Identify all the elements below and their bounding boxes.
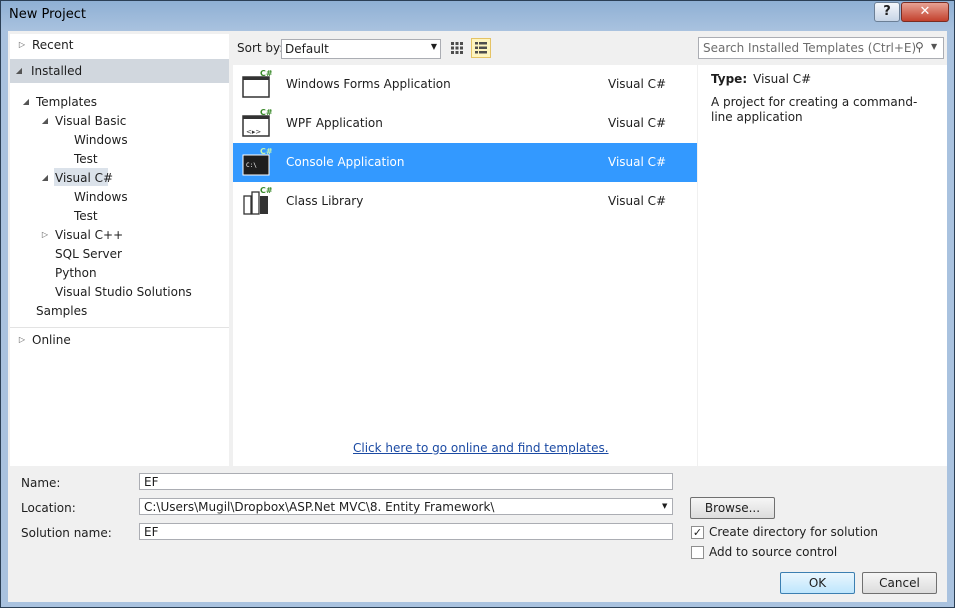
list-view-button[interactable] (471, 38, 491, 58)
collapse-icon[interactable]: ◢ (40, 112, 50, 130)
svg-text:C#: C# (260, 69, 272, 78)
title-bar[interactable]: New Project ? ✕ (1, 1, 954, 31)
template-description: A project for creating a command-line ap… (711, 95, 918, 124)
close-button[interactable]: ✕ (901, 2, 949, 22)
console-icon: C:\ C# (242, 147, 272, 176)
tree-cs-test[interactable]: Test (74, 207, 98, 225)
tree-vb-windows[interactable]: Windows (74, 131, 128, 149)
template-row-selected[interactable]: C:\ C# Console Application Visual C# (233, 143, 697, 182)
online-templates-link[interactable]: Click here to go online and find templat… (353, 441, 609, 455)
tree-samples[interactable]: Samples (36, 302, 87, 320)
dialog-client: ▷ Recent ◢ Installed ◢ Templates ◢ Visua… (8, 31, 947, 602)
svg-text:C:\: C:\ (246, 162, 257, 169)
tree-vb-test[interactable]: Test (74, 150, 98, 168)
collapse-icon[interactable]: ◢ (14, 62, 24, 80)
windows-forms-icon: C# (242, 69, 272, 98)
small-icons-view-icon[interactable] (448, 39, 466, 57)
svg-text:C#: C# (260, 186, 272, 195)
collapse-icon[interactable]: ◢ (21, 93, 31, 111)
browse-button[interactable]: Browse... (690, 497, 775, 519)
create-directory-checkbox[interactable]: ✓ (691, 526, 704, 539)
tree-vs-solutions[interactable]: Visual Studio Solutions (55, 283, 192, 301)
search-icon[interactable]: ⚲ (915, 40, 924, 54)
svg-text:<▸>: <▸> (246, 128, 261, 136)
template-tree: ▷ Recent ◢ Installed ◢ Templates ◢ Visua… (10, 34, 229, 466)
solution-name-input[interactable]: EF (139, 523, 673, 540)
create-directory-label: Create directory for solution (709, 525, 879, 539)
location-combo[interactable]: C:\Users\Mugil\Dropbox\ASP.Net MVC\8. En… (139, 498, 673, 515)
sort-by-label: Sort by: (237, 41, 284, 55)
sort-by-dropdown[interactable]: Default ▼ (281, 39, 441, 59)
dropdown-arrow-icon[interactable]: ▼ (931, 42, 937, 51)
tree-installed[interactable]: ◢ Installed (10, 59, 229, 83)
template-row[interactable]: C# Class Library Visual C# (233, 182, 697, 221)
tree-cs-windows[interactable]: Windows (74, 188, 128, 206)
template-row[interactable]: C# Windows Forms Application Visual C# (233, 65, 697, 104)
dialog-title: New Project (9, 7, 86, 22)
template-description-panel: Type: Visual C# A project for creating a … (698, 65, 947, 466)
dropdown-arrow-icon[interactable]: ▼ (662, 502, 667, 510)
name-label: Name: (21, 476, 61, 490)
tree-python[interactable]: Python (55, 264, 97, 282)
expand-icon[interactable]: ▷ (17, 331, 27, 349)
svg-text:C#: C# (260, 147, 272, 156)
expand-icon[interactable]: ▷ (17, 36, 27, 54)
class-library-icon: C# (243, 186, 272, 215)
search-templates-input[interactable]: Search Installed Templates (Ctrl+E) ⚲ ▼ (698, 37, 944, 59)
template-row[interactable]: <▸> C# WPF Application Visual C# (233, 104, 697, 143)
location-label: Location: (21, 501, 76, 515)
solution-name-label: Solution name: (21, 526, 112, 540)
source-control-checkbox[interactable] (691, 546, 704, 559)
ok-button[interactable]: OK (780, 572, 855, 594)
wpf-icon: <▸> C# (242, 108, 272, 137)
help-button[interactable]: ? (874, 2, 900, 22)
project-name-input[interactable]: EF (139, 473, 673, 490)
svg-text:C#: C# (260, 108, 272, 117)
source-control-label: Add to source control (709, 545, 838, 559)
tree-sql-server[interactable]: SQL Server (55, 245, 122, 263)
expand-icon[interactable]: ▷ (40, 226, 50, 244)
list-view-icon (475, 42, 487, 54)
tree-divider (10, 327, 229, 328)
collapse-icon[interactable]: ◢ (40, 169, 50, 187)
dropdown-arrow-icon: ▼ (430, 42, 437, 51)
type-line: Type: Visual C# (711, 72, 812, 86)
cancel-button[interactable]: Cancel (862, 572, 937, 594)
new-project-dialog: New Project ? ✕ ▷ Recent ◢ Installed ◢ T… (0, 0, 955, 608)
template-list: C# Windows Forms Application Visual C# <… (233, 65, 697, 466)
